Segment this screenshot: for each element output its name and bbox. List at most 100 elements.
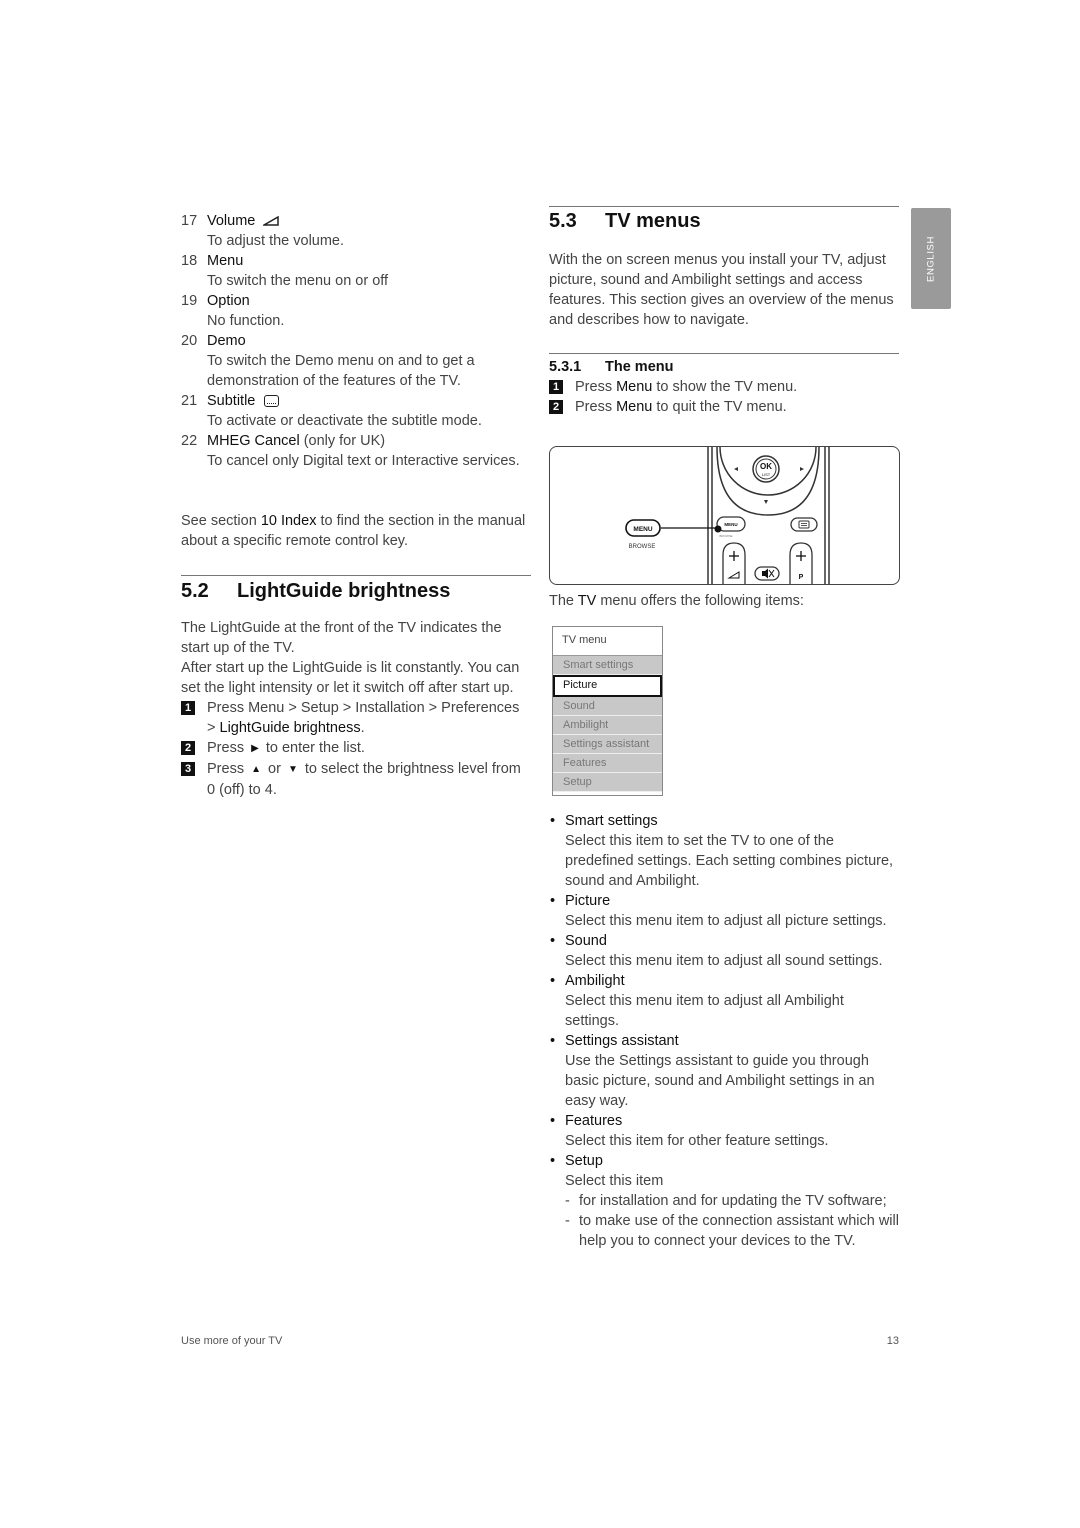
key-number: 19 [181,293,198,309]
bullet-icon: • [550,1153,556,1169]
footer-chapter-title: Use more of your TV [181,1335,283,1347]
subsection-heading-5-3-1: 5.3.1 The menu [549,359,674,375]
key-label: Subtitle [207,393,256,409]
step-2: 2 Press ▶ to enter the list. [181,738,531,759]
key-item-volume: 17 Volume To adjust the volume. [181,211,531,251]
right-arrow-icon: ▶ [251,743,259,754]
key-label: Demo [207,333,246,349]
tv-menu-offers-text: The TV menu offers the following items: [549,593,804,609]
key-label: MHEG Cancel [207,433,300,449]
step-number-box: 2 [549,400,563,414]
tv-menu-item-smart-settings[interactable]: Smart settings [553,656,662,675]
language-label: ENGLISH [925,235,937,282]
key-description: To switch the menu on or off [207,273,389,289]
teletext-key [790,517,818,532]
key-number: 20 [181,333,198,349]
desc-smart-settings: • Smart settings Select this item to set… [549,811,899,891]
subtitle-icon [264,395,280,407]
menu-item-descriptions: • Smart settings Select this item to set… [549,811,899,1251]
desc-text: Select this item for other feature setti… [565,1133,829,1149]
key-number: 22 [181,433,198,449]
tv-menu-title: TV menu [553,627,662,656]
section-divider [181,575,531,576]
ok-label: OK [760,462,772,471]
tv-menu-item-picture[interactable]: Picture [553,675,662,697]
step-number-box: 1 [549,380,563,394]
desc-text: Use the Settings assistant to guide you … [565,1053,875,1109]
tv-menu-screenshot: TV menu Smart settings Picture Sound Amb… [552,626,663,796]
key-description: To activate or deactivate the subtitle m… [207,413,482,429]
key-description: To cancel only Digital text or Interacti… [207,453,520,469]
key-label: Volume [207,213,256,229]
desc-ambilight: • Ambilight Select this menu item to adj… [549,971,899,1031]
tv-menu-item-features[interactable]: Features [553,754,662,773]
step-number-box: 2 [181,741,195,755]
volume-icon [263,216,280,226]
callout-menu-label: MENU [633,526,652,533]
key-item-mheg-cancel: 22 MHEG Cancel (only for UK) To cancel o… [181,431,531,471]
bullet-icon: • [550,893,556,909]
desc-text: Select this menu item to adjust all soun… [565,953,883,969]
key-number: 17 [181,213,198,229]
desc-title: Picture [565,893,611,909]
up-arrow-icon: ▲ [251,764,261,775]
desc-picture: • Picture Select this menu item to adjus… [549,891,899,931]
program-label: P [799,574,804,581]
tv-menu-item-sound[interactable]: Sound [553,697,662,716]
key-label: Menu [207,253,244,269]
bullet-icon: • [550,933,556,949]
bullet-icon: • [550,1033,556,1049]
remote-drawing: OK LIST MENU BROWSE P MENU BROWSE [625,447,830,584]
left-column: 17 Volume To adjust the volume. 18 Menu … [181,211,531,800]
step-3: 3 Press ▲ or ▼ to select the brightness … [181,759,531,800]
key-number: 18 [181,253,198,269]
desc-title: Setup [565,1153,603,1169]
key-item-demo: 20 Demo To switch the Demo menu on and t… [181,331,531,391]
right-arrow-icon [800,467,804,471]
left-arrow-icon [734,467,738,471]
dash-marker: - [565,1193,570,1209]
desc-title: Smart settings [565,813,658,829]
volume-rocker [722,542,746,584]
desc-text: Select this menu item to adjust all pict… [565,913,887,929]
step-number-box: 3 [181,762,195,776]
key-description: To switch the Demo menu on and to get a … [207,353,475,389]
tv-menu-item-setup[interactable]: Setup [553,773,662,792]
section-heading-5-3: 5.3 TV menus [549,210,701,232]
remote-menu-label: MENU [724,522,737,527]
down-arrow-icon: ▼ [287,764,298,775]
desc-settings-assistant: • Settings assistant Use the Settings as… [549,1031,899,1111]
key-item-option: 19 Option No function. [181,291,531,331]
down-arrow-icon [764,500,768,504]
right-column-top: 5.3 TV menus With the on screen menus you… [549,206,899,417]
tv-menus-intro: With the on screen menus you install you… [549,252,894,328]
language-tab: ENGLISH [911,208,951,309]
section-divider [549,206,899,207]
tv-menu-item-settings-assistant[interactable]: Settings assistant [553,735,662,754]
page-number: 13 [886,1335,899,1347]
desc-sound: • Sound Select this menu item to adjust … [549,931,899,971]
key-number: 21 [181,393,198,409]
menu-step-2: 2 Press Menu to quit the TV menu. [549,397,899,417]
step-1: 1 Press Menu > Setup > Installation > Pr… [181,698,531,738]
section-heading-5-2: 5.2 LightGuide brightness [181,580,451,602]
key-item-subtitle: 21 Subtitle To activate or deactivate th… [181,391,531,431]
bullet-icon: • [550,813,556,829]
tv-menu-item-ambilight[interactable]: Ambilight [553,716,662,735]
remote-control-illustration: OK LIST MENU BROWSE P MENU BROWSE [549,446,900,585]
desc-text: Select this item [565,1173,664,1189]
desc-title: Features [565,1113,623,1129]
desc-features: • Features Select this item for other fe… [549,1111,899,1151]
remote-browse-label: BROWSE [719,534,732,538]
key-description: No function. [207,313,285,329]
desc-title: Sound [565,933,607,949]
see-section-note: See section 10 Index to find the section… [181,513,526,549]
step-number-box: 1 [181,701,195,715]
key-item-menu: 18 Menu To switch the menu on or off [181,251,531,291]
lightguide-paragraph-2: After start up the LightGuide is lit con… [181,660,520,696]
list-label: LIST [762,472,771,477]
desc-text: Select this menu item to adjust all Ambi… [565,993,844,1029]
menu-step-1: 1 Press Menu to show the TV menu. [549,377,899,397]
callout-browse-label: BROWSE [629,544,656,550]
key-label-suffix: (only for UK) [299,433,386,449]
